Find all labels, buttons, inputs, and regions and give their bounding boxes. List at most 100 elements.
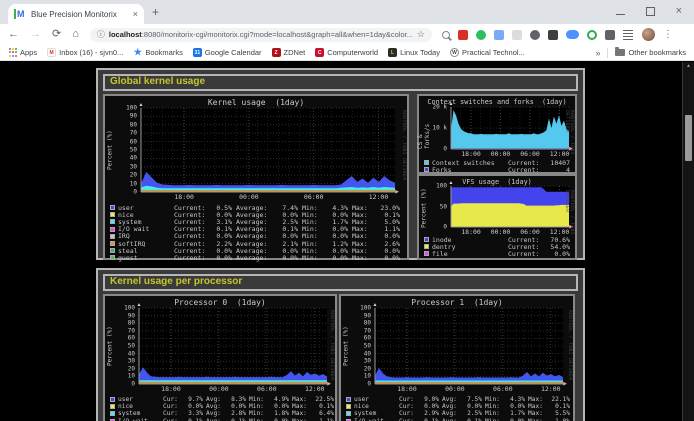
legend-stat: Avg:0.0% (206, 403, 246, 410)
zdnet-icon: Z (272, 48, 281, 57)
legend-row: userCur:9.0%Avg:7.5%Min:4.3%Max:22.1% (346, 396, 570, 403)
mail-checker-extension-icon[interactable] (458, 30, 468, 40)
processor-0-graph[interactable]: Processor 0 (1day)Percent (%)10090807060… (103, 294, 337, 421)
page-info-icon[interactable]: ⓘ (97, 29, 105, 40)
x-tick-label: 00:00 (491, 150, 511, 158)
legend-swatch (424, 244, 429, 249)
legend-stat: Min:4.9% (249, 396, 289, 403)
bookmark-item-6[interactable]: LLinux Today (388, 48, 440, 57)
browser-menu-icon[interactable]: ⋮ (663, 29, 673, 40)
bookmark-label: Computerworld (327, 48, 378, 57)
legend-swatch (110, 397, 115, 402)
legend-stat-label: Min: (249, 418, 264, 421)
window-maximize-button[interactable] (646, 7, 655, 16)
evernote-extension-icon[interactable] (476, 30, 486, 40)
tab-close-icon[interactable]: × (133, 9, 138, 19)
y-tick-label: 0 (133, 189, 137, 196)
reading-list-icon[interactable] (623, 30, 633, 40)
window-close-button[interactable]: × (676, 6, 682, 16)
bookmark-item-0[interactable]: Apps (8, 48, 37, 57)
new-tab-button[interactable]: + (152, 5, 159, 19)
legend-stat-label: Max: (528, 418, 543, 421)
kernel-usage-graph[interactable]: Kernel usage (1day)Percent (%)1009080706… (103, 94, 409, 260)
legend-stat: Max:0.0% (352, 254, 400, 262)
legend-stat-value: 0.0% (274, 403, 289, 410)
vfs-usage-graph[interactable]: VFS usage (1day)Percent (%)100500▲▶18:00… (417, 174, 577, 260)
search-extension-icon[interactable] (442, 31, 450, 39)
legend-stat-value: 1.7% (510, 410, 525, 417)
legend-stat-value: 7.5% (467, 396, 482, 403)
bookmark-item-7[interactable]: WPractical Technol... (450, 48, 525, 57)
chart-legend: userCur:9.7%Avg:8.3%Min:4.9%Max:22.5%nic… (110, 396, 334, 421)
y-tick-label: 70 (128, 327, 135, 334)
back-button[interactable]: ← (8, 29, 19, 40)
y-tick-label: 30 (130, 163, 137, 170)
x-axis-ticks: 18:0000:0006:0012:00 (375, 385, 563, 393)
processor-1-graph[interactable]: Processor 1 (1day)Percent (%)10090807060… (339, 294, 575, 421)
legend-stat-label: Max: (352, 254, 368, 262)
bookmark-item-1[interactable]: MInbox (16) - sjvn0... (47, 48, 123, 57)
bookmark-label: Apps (20, 48, 37, 57)
page-scrollbar[interactable]: ▲ (682, 62, 694, 421)
legend-stat: Min:0.0% (485, 403, 525, 410)
y-axis-label: Percent (%) (341, 308, 351, 384)
legend-stat-label: Min: (485, 418, 500, 421)
legend-row: guestCurrent:0.0%Average:0.0%Min:0.0%Max… (110, 254, 404, 261)
y-tick-label: 60 (130, 138, 137, 145)
bookmark-item-4[interactable]: ZZDNet (272, 48, 306, 57)
legend-stat-label: Min: (249, 403, 264, 410)
pocket-extension-icon[interactable] (566, 30, 579, 39)
bookmark-star-icon[interactable]: ☆ (417, 29, 425, 40)
other-bookmarks-button[interactable]: Other bookmarks (628, 48, 686, 57)
bookmark-item-3[interactable]: 31Google Calendar (193, 48, 262, 57)
legend-row: niceCur:0.0%Avg:0.0%Min:0.0%Max:0.1% (110, 403, 334, 410)
https-everywhere-extension-icon[interactable] (587, 30, 597, 40)
scrollbar-thumb[interactable] (685, 115, 692, 161)
bookmark-items: Apps MInbox (16) - sjvn0... ★Bookmarks 31Go… (8, 48, 525, 57)
bookmark-item-5[interactable]: CComputerworld (315, 48, 378, 57)
legend-stat-value: 2.9% (424, 410, 439, 417)
browser-window: M Blue Precision Monitorix × + × ← → ⟳ ⌂… (0, 0, 694, 421)
home-button[interactable]: ⌂ (72, 29, 79, 40)
window-minimize-button[interactable] (616, 7, 625, 15)
scrollbar-up-arrow-icon[interactable]: ▲ (683, 63, 694, 69)
extensions-puzzle-icon[interactable] (605, 30, 615, 40)
x-tick-label: 00:00 (445, 385, 465, 393)
legend-stat-label: Max: (528, 403, 543, 410)
session-buddy-extension-icon[interactable] (494, 30, 504, 40)
profile-avatar[interactable] (642, 28, 655, 41)
bookmarks-overflow-chevron[interactable]: » (595, 48, 600, 58)
adblock-extension-icon[interactable] (530, 30, 540, 40)
x-tick-label: 12:00 (541, 385, 561, 393)
address-bar[interactable]: ⓘ localhost:8080/monitorix-cgi/monitorix… (90, 28, 432, 42)
bookmark-item-2[interactable]: ★Bookmarks (133, 48, 183, 57)
legend-stat-value: 9.0% (424, 396, 439, 403)
legend-swatch (110, 404, 115, 409)
legend-stat-value: 0.1% (188, 418, 203, 421)
computerworld-icon: C (315, 48, 324, 57)
legend-stat-label: Cur: (163, 410, 178, 417)
y-axis-label: CS & forks/s (419, 107, 429, 149)
legend-stat-label: Min: (302, 254, 318, 262)
context-switches-forks-graph[interactable]: Context switches and forks (1day)CS & fo… (417, 94, 577, 174)
chart-legend: inodeCurrent:70.6%dentryCurrent:54.0%fil… (424, 236, 572, 258)
bookmark-label: ZDNet (284, 48, 306, 57)
legend-stat-label: Avg: (442, 410, 457, 417)
chart-legend: Context switchesCurrent:10407ForksCurren… (424, 159, 572, 173)
dark-reader-extension-icon[interactable] (548, 30, 558, 40)
y-tick-label: 100 (126, 105, 137, 112)
y-tick-label: 80 (130, 121, 137, 128)
section-kernel-usage-per-processor: Kernel usage per processor Processor 0 (… (96, 268, 585, 421)
other-bookmarks-folder-icon (615, 49, 625, 56)
notes-extension-icon[interactable] (512, 30, 522, 40)
legend-series-name: file (432, 250, 504, 258)
chart-title: Kernel usage (1day) (105, 98, 407, 107)
legend-stat-value: 2.5% (467, 410, 482, 417)
reload-button[interactable]: ⟳ (52, 29, 61, 40)
plot-area: ▲▶ (375, 308, 563, 384)
x-axis-ticks: 18:0000:0006:0012:00 (451, 228, 569, 235)
browser-tab[interactable]: M Blue Precision Monitorix × (8, 4, 144, 24)
legend-stat-label: Avg: (206, 396, 221, 403)
legend-stat-value: 0.1% (467, 418, 482, 421)
legend-stat-label: Average: (236, 254, 267, 262)
